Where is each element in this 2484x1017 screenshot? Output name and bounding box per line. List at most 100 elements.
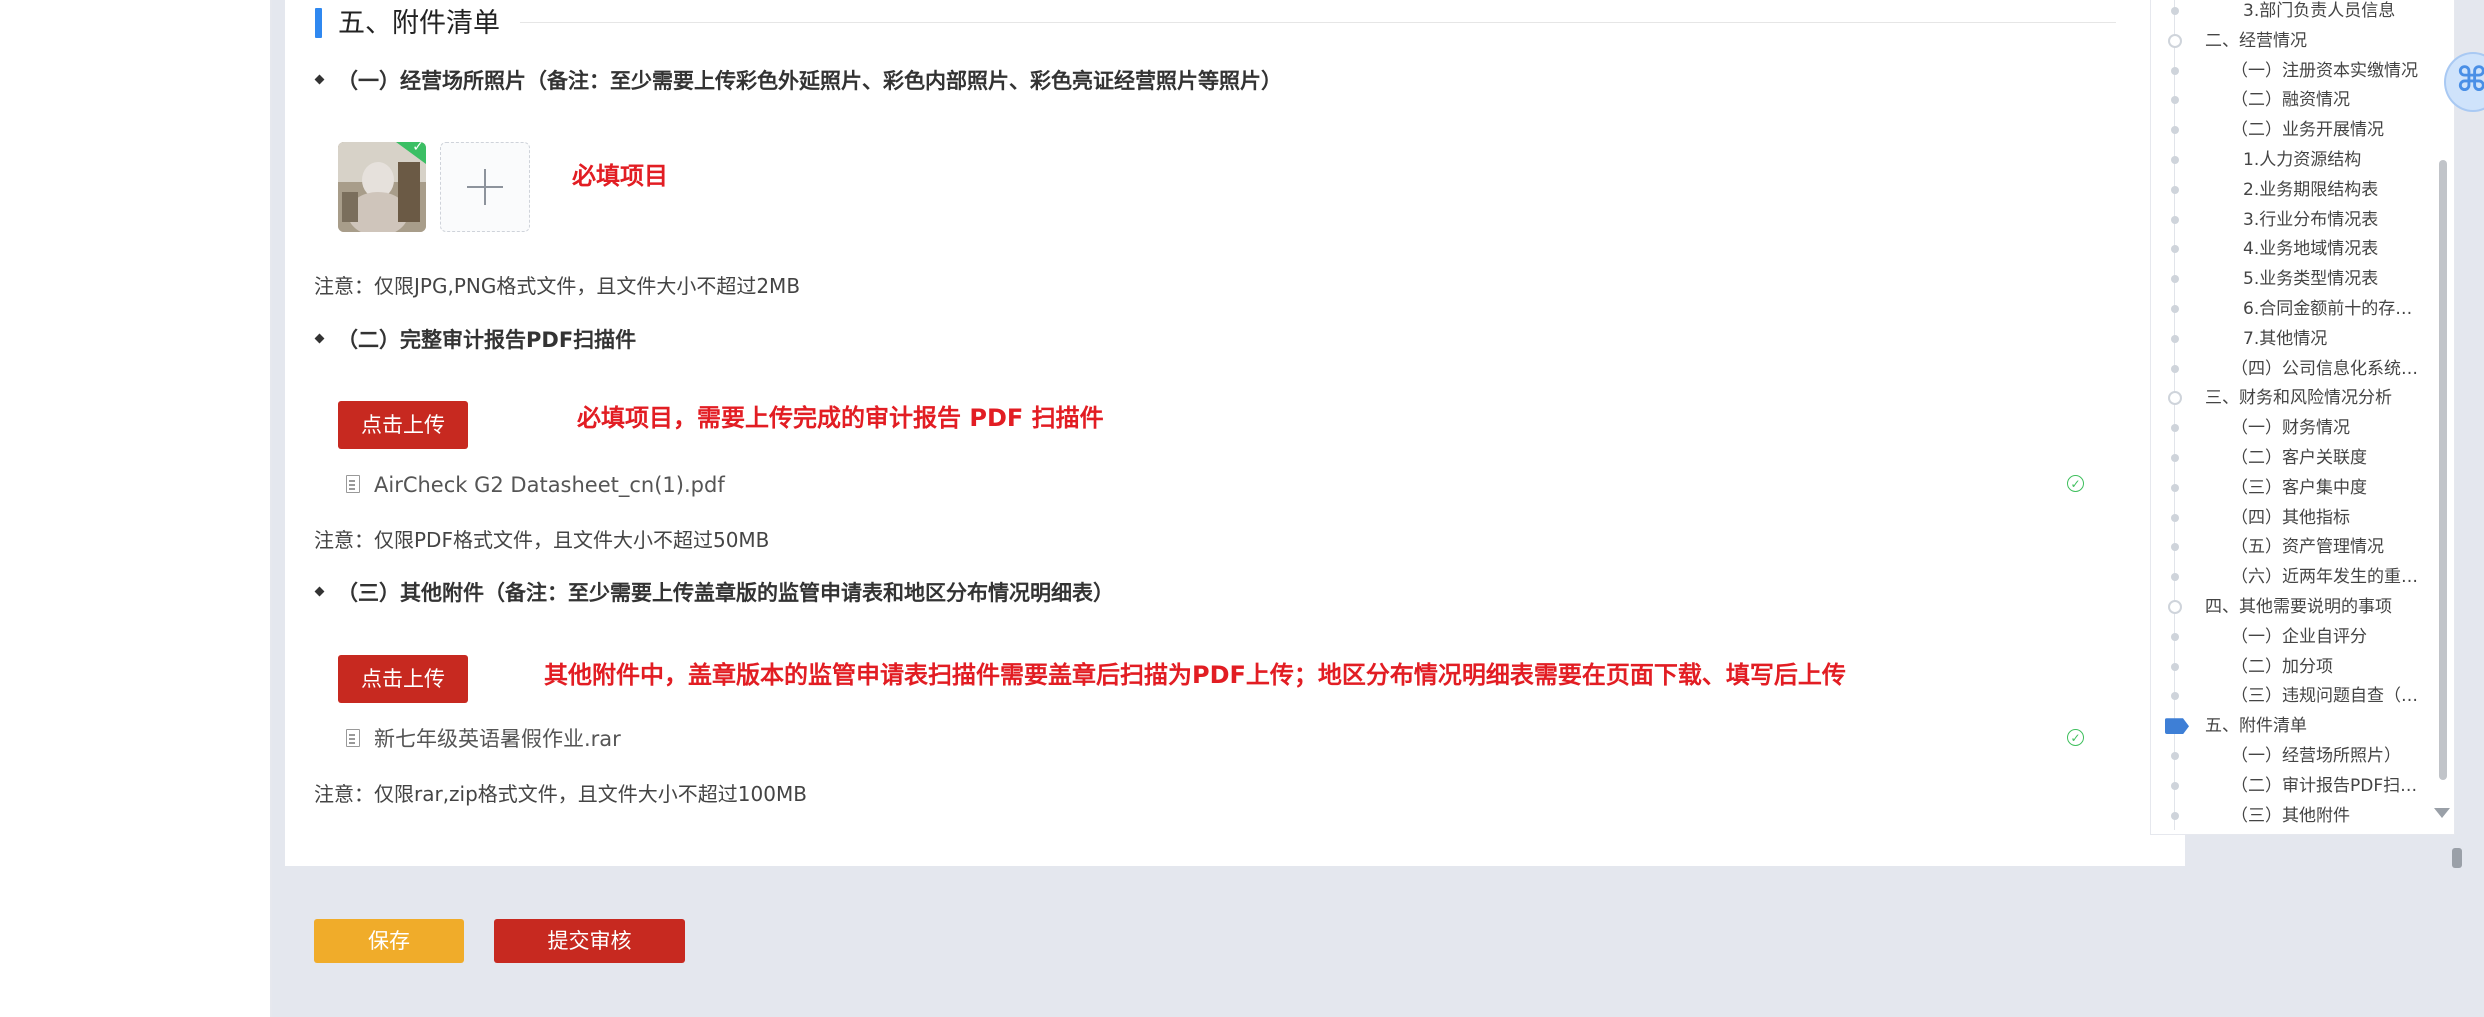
save-button[interactable]: 保存	[314, 919, 464, 963]
add-photo-button[interactable]	[440, 142, 530, 232]
outline-item[interactable]: （一）注册资本实缴情况	[2151, 56, 2426, 86]
outline-dot-icon	[2171, 215, 2179, 224]
outline-active-marker-icon	[2165, 718, 2189, 735]
outline-item[interactable]: 4.业务地域情况表	[2151, 234, 2426, 264]
outline-dot-icon	[2171, 334, 2179, 343]
other-upload-button[interactable]: 点击上传	[338, 655, 468, 703]
outline-item[interactable]: 1.人力资源结构	[2151, 145, 2426, 175]
photo-image	[338, 142, 426, 232]
outline-item[interactable]: （三）其他附件	[2151, 801, 2426, 831]
other-file-row[interactable]: 新七年级英语暑假作业.rar ✓	[344, 721, 2084, 757]
outline-item-label: （二）融资情况	[2231, 90, 2350, 111]
outline-item-label: （三）客户集中度	[2231, 477, 2367, 498]
outline-item-label: 6.合同金额前十的存续业务	[2243, 299, 2421, 319]
outline-item-label: （一）财务情况	[2231, 418, 2350, 439]
outline-item-label: （二）审计报告PDF扫描件	[2231, 775, 2421, 796]
outline-dot-icon	[2171, 156, 2179, 164]
outline-item-label: （六）近两年发生的重大事项	[2231, 567, 2421, 588]
outline-dot-icon	[2171, 96, 2179, 105]
other-required-note: 其他附件中，盖章版本的监管申请表扫描件需要盖章后扫描为PDF上传；地区分布情况明…	[544, 661, 1846, 689]
outline-item-label: （三）其他附件	[2231, 805, 2350, 826]
photos-format-note: 注意：仅限JPG,PNG格式文件，且文件大小不超过2MB	[314, 274, 801, 298]
outline-dot-icon	[2171, 126, 2179, 135]
outline-dot-icon	[2171, 454, 2179, 462]
photos-required-note: 必填项目	[572, 162, 668, 190]
other-format-note: 注意：仅限rar,zip格式文件，且文件大小不超过100MB	[314, 782, 807, 806]
outline-item[interactable]: 3.行业分布情况表	[2151, 205, 2426, 235]
outline-item-label: （一）企业自评分	[2231, 626, 2367, 647]
photos-heading-text: （一）经营场所照片（备注：至少需要上传彩色外延照片、彩色内部照片、彩色亮证经营照…	[337, 69, 1282, 93]
outline-item[interactable]: （一）企业自评分	[2151, 622, 2426, 652]
outline-item[interactable]: （二）业务开展情况	[2151, 115, 2426, 145]
outline-item-label: （四）其他指标	[2231, 507, 2350, 528]
upload-success-icon: ✓	[2067, 729, 2084, 746]
outline-navigation: 3.部门负责人员信息二、经营情况 （一）注册资本实缴情况 （二）融资情况 （二）业务开…	[2150, 0, 2455, 835]
outline-dot-icon	[2171, 781, 2179, 790]
outline-item[interactable]: 6.合同金额前十的存续业务	[2151, 294, 2426, 324]
outline-dot-icon	[2171, 752, 2179, 760]
outline-item[interactable]: 五、附件清单	[2151, 711, 2426, 741]
outline-item[interactable]: （二）审计报告PDF扫描件	[2151, 771, 2426, 801]
outline-item[interactable]: （四）公司信息化系统情况	[2151, 354, 2426, 384]
outline-item[interactable]: 二、经营情况	[2151, 26, 2426, 56]
audit-upload-button[interactable]: 点击上传	[338, 401, 468, 449]
outline-scrollbar-thumb[interactable]	[2439, 160, 2447, 780]
outline-dot-icon	[2171, 543, 2179, 552]
page-scrollbar-thumb[interactable]	[2452, 848, 2462, 868]
outline-item[interactable]: 三、财务和风险情况分析	[2151, 383, 2426, 413]
outline-item[interactable]: （六）近两年发生的重大事项	[2151, 562, 2426, 592]
outline-item-label: （二）业务开展情况	[2231, 120, 2384, 141]
outline-dot-icon	[2171, 632, 2179, 641]
outline-item-label: （一）注册资本实缴情况	[2231, 60, 2418, 81]
file-icon	[346, 729, 360, 747]
outline-item-label: （五）资产管理情况	[2231, 537, 2384, 558]
bullet-diamond-icon	[314, 586, 325, 596]
audit-heading: （二）完整审计报告PDF扫描件	[314, 325, 636, 355]
outline-dot-icon	[2171, 692, 2179, 701]
outline-item-label: 3.部门负责人员信息	[2243, 1, 2396, 21]
outline-item[interactable]: （二）融资情况	[2151, 85, 2426, 115]
outline-item[interactable]: 5.业务类型情况表	[2151, 264, 2426, 294]
other-heading-text: （三）其他附件（备注：至少需要上传盖章版的监管申请表和地区分布情况明细表）	[337, 581, 1114, 605]
audit-file-row[interactable]: AirCheck G2 Datasheet_cn(1).pdf ✓	[344, 467, 2084, 503]
outline-dot-icon	[2171, 245, 2179, 254]
outline-item[interactable]: （五）资产管理情况	[2151, 532, 2426, 562]
outline-item[interactable]: （三）违规问题自查（近两年）	[2151, 681, 2426, 711]
outline-dot-icon	[2171, 662, 2179, 671]
photos-heading: （一）经营场所照片（备注：至少需要上传彩色外延照片、彩色内部照片、彩色亮证经营照…	[314, 66, 1282, 96]
outline-item-label: 2.业务期限结构表	[2243, 179, 2379, 200]
outline-item[interactable]: 四、其他需要说明的事项	[2151, 592, 2426, 622]
upload-success-icon: ✓	[2067, 475, 2084, 492]
outline-item-label: 五、附件清单	[2205, 716, 2307, 737]
outline-item-label: （二）加分项	[2231, 656, 2333, 677]
outline-item[interactable]: 7.其他情况	[2151, 324, 2426, 354]
outline-item-label: （一）经营场所照片）	[2231, 746, 2401, 766]
outline-item-label: 二、经营情况	[2205, 30, 2307, 51]
outline-dot-icon	[2171, 513, 2179, 522]
scroll-down-arrow-icon[interactable]	[2434, 808, 2450, 818]
left-blank-area	[0, 0, 270, 1017]
outline-ring-icon	[2168, 33, 2182, 48]
outline-ring-icon	[2168, 391, 2182, 406]
outline-item[interactable]: （三）客户集中度	[2151, 473, 2426, 503]
outline-item[interactable]: （一）财务情况	[2151, 413, 2426, 443]
outline-item-label: 1.人力资源结构	[2243, 150, 2362, 170]
submit-review-button[interactable]: 提交审核	[494, 919, 685, 963]
outline-item[interactable]: （二）加分项	[2151, 652, 2426, 682]
outline-item-label: （四）公司信息化系统情况	[2231, 358, 2421, 379]
outline-dot-icon	[2171, 424, 2179, 433]
outline-dot-icon	[2171, 305, 2179, 313]
outline-item[interactable]: 3.部门负责人员信息	[2151, 0, 2426, 26]
outline-item[interactable]: （一）经营场所照片）	[2151, 741, 2426, 771]
outline-dot-icon	[2171, 66, 2179, 75]
audit-file-name[interactable]: AirCheck G2 Datasheet_cn(1).pdf	[374, 467, 725, 503]
outline-item[interactable]: （二）客户关联度	[2151, 443, 2426, 473]
outline-dot-icon	[2171, 573, 2179, 582]
uploaded-photo-thumbnail[interactable]: ✓	[338, 142, 426, 232]
bullet-diamond-icon	[314, 74, 325, 84]
command-icon: ⌘	[2456, 60, 2484, 100]
outline-item[interactable]: 2.业务期限结构表	[2151, 175, 2426, 205]
other-file-name[interactable]: 新七年级英语暑假作业.rar	[374, 721, 621, 757]
outline-item[interactable]: （四）其他指标	[2151, 503, 2426, 533]
outline-item-label: 3.行业分布情况表	[2243, 209, 2379, 230]
